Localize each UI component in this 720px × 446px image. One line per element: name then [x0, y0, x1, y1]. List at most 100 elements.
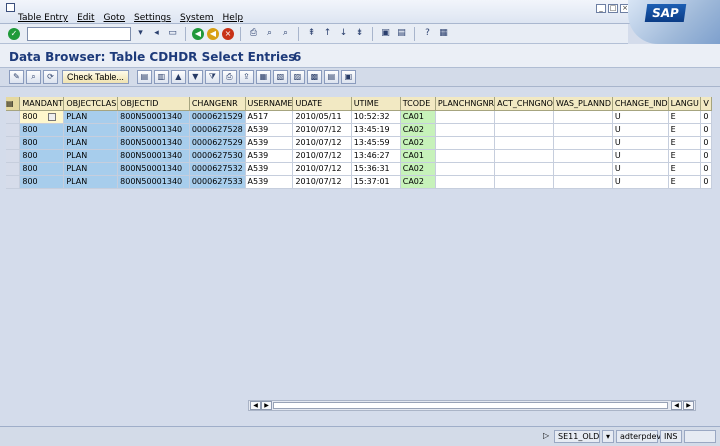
refresh-icon[interactable]: ⟳ [43, 70, 58, 84]
cell-was-plannd[interactable] [553, 175, 613, 189]
cell-planchngnr[interactable] [435, 110, 496, 124]
cell-username[interactable]: A539 [245, 136, 294, 150]
cell-username[interactable]: A517 [245, 110, 294, 124]
cell-utime[interactable]: 13:46:27 [351, 149, 401, 163]
menu-goto[interactable]: Goto [104, 13, 126, 23]
cell-tcode[interactable]: CA02 [400, 123, 436, 137]
cell-objectclas[interactable]: PLAN [63, 149, 119, 163]
select-all-column-icon[interactable]: ▤ [6, 97, 21, 111]
table-row[interactable]: 800 PLAN 800N50001340 0000627529 A539 20… [6, 136, 712, 150]
column-header[interactable]: UDATE [292, 97, 352, 111]
cell-tcode[interactable]: CA02 [400, 175, 436, 189]
menu-system[interactable]: System [180, 13, 214, 23]
column-header[interactable]: ACT_CHNGNO [494, 97, 554, 111]
cell-changenr[interactable]: 0000627528 [189, 123, 246, 137]
cell-changenr[interactable]: 0000627532 [189, 162, 246, 176]
column-header[interactable]: UTIME [351, 97, 401, 111]
exit-icon[interactable]: ◀ [207, 27, 219, 40]
scroll-right-page-icon[interactable]: ◀ [671, 401, 682, 410]
filter-icon[interactable]: ⧩ [204, 70, 220, 84]
cell-change-ind[interactable]: U [612, 110, 669, 124]
layout-icon[interactable]: ▦ [255, 70, 271, 84]
cell-changenr[interactable]: 0000627530 [189, 149, 246, 163]
previous-page-icon[interactable]: ↑ [321, 27, 334, 40]
cell-tcode[interactable]: CA01 [400, 110, 436, 124]
command-history-icon[interactable]: ▾ [134, 27, 147, 40]
select-all-icon[interactable]: ▤ [136, 70, 152, 84]
minimize-icon[interactable]: _ [596, 4, 606, 13]
enter-icon[interactable]: ✓ [8, 27, 20, 40]
cell-v[interactable]: 0 [700, 149, 712, 163]
cell-planchngnr[interactable] [435, 136, 496, 150]
cell-mandant[interactable]: 800 [19, 162, 65, 176]
cancel-icon[interactable]: × [222, 27, 234, 40]
status-dropdown-icon[interactable]: ▾ [602, 430, 614, 443]
cell-utime[interactable]: 13:45:59 [351, 136, 401, 150]
new-session-icon[interactable]: ▣ [379, 27, 392, 40]
value-help-icon[interactable] [47, 112, 56, 121]
cell-langu[interactable]: E [668, 136, 702, 150]
cell-objectid[interactable]: 800N50001340 [117, 175, 190, 189]
cell-tcode[interactable]: CA02 [400, 136, 436, 150]
export-icon[interactable]: ⇪ [238, 70, 254, 84]
display-icon[interactable]: ✎ [9, 70, 24, 84]
print-icon[interactable]: ⎙ [247, 27, 260, 40]
sort-descending-icon[interactable]: ▼ [187, 70, 203, 84]
find-next-icon[interactable]: ⌕ [279, 27, 292, 40]
customize-layout-icon[interactable]: ▦ [437, 27, 450, 40]
cell-utime[interactable]: 15:37:01 [351, 175, 401, 189]
cell-change-ind[interactable]: U [612, 175, 669, 189]
cell-planchngnr[interactable] [435, 175, 496, 189]
print-list-icon[interactable]: ⎙ [221, 70, 237, 84]
back-icon[interactable]: ◀ [192, 27, 204, 40]
cell-utime[interactable]: 13:45:19 [351, 123, 401, 137]
cell-udate[interactable]: 2010/05/11 [292, 110, 352, 124]
find-icon[interactable]: ⌕ [263, 27, 276, 40]
cell-mandant[interactable]: 800 [19, 175, 65, 189]
horizontal-scrollbar[interactable]: ◀ ▶ ◀ ▶ [248, 400, 696, 411]
cell-was-plannd[interactable] [553, 110, 613, 124]
column-header[interactable]: WAS_PLANND [553, 97, 613, 111]
column-header[interactable]: PLANCHNGNR [435, 97, 496, 111]
column-header[interactable]: CHANGE_IND [612, 97, 669, 111]
save-icon[interactable]: ▭ [166, 27, 179, 40]
cell-was-plannd[interactable] [553, 123, 613, 137]
cell-v[interactable]: 0 [700, 110, 712, 124]
column-header[interactable]: OBJECTCLAS [63, 97, 119, 111]
scroll-right-icon[interactable]: ▶ [683, 401, 694, 410]
cell-act-chngno[interactable] [494, 149, 554, 163]
cell-udate[interactable]: 2010/07/12 [292, 162, 352, 176]
cell-objectid[interactable]: 800N50001340 [117, 110, 190, 124]
menu-settings[interactable]: Settings [134, 13, 171, 23]
table-row[interactable]: 800 PLAN 800N50001340 0000627530 A539 20… [6, 149, 712, 163]
cell-change-ind[interactable]: U [612, 123, 669, 137]
cell-v[interactable]: 0 [700, 175, 712, 189]
cell-udate[interactable]: 2010/07/12 [292, 136, 352, 150]
cell-utime[interactable]: 15:36:31 [351, 162, 401, 176]
cell-objectclas[interactable]: PLAN [63, 175, 119, 189]
scroll-left-icon[interactable]: ◀ [250, 401, 261, 410]
cell-act-chngno[interactable] [494, 110, 554, 124]
table-view-icon[interactable]: ▤ [323, 70, 339, 84]
collapse-icon[interactable]: ◂ [150, 27, 163, 40]
cell-planchngnr[interactable] [435, 162, 496, 176]
cell-changenr[interactable]: 0000627529 [189, 136, 246, 150]
cell-act-chngno[interactable] [494, 123, 554, 137]
row-selector[interactable] [6, 136, 21, 150]
cell-act-chngno[interactable] [494, 175, 554, 189]
column-header[interactable]: MANDANT [19, 97, 65, 111]
details-icon[interactable]: ⌕ [26, 70, 41, 84]
menu-table-entry[interactable]: Table Entry [18, 13, 68, 23]
cell-mandant[interactable]: 800 [19, 123, 65, 137]
cell-change-ind[interactable]: U [612, 149, 669, 163]
cell-objectid[interactable]: 800N50001340 [117, 136, 190, 150]
cell-was-plannd[interactable] [553, 162, 613, 176]
cell-objectclas[interactable]: PLAN [63, 123, 119, 137]
cell-act-chngno[interactable] [494, 136, 554, 150]
help-icon[interactable]: ? [421, 27, 434, 40]
table-row[interactable]: 800 PLAN 800N50001340 0000627533 A539 20… [6, 175, 712, 189]
save-layout-icon[interactable]: ▨ [289, 70, 305, 84]
cell-mandant[interactable]: 800 [19, 149, 65, 163]
cell-username[interactable]: A539 [245, 175, 294, 189]
row-selector[interactable] [6, 175, 21, 189]
